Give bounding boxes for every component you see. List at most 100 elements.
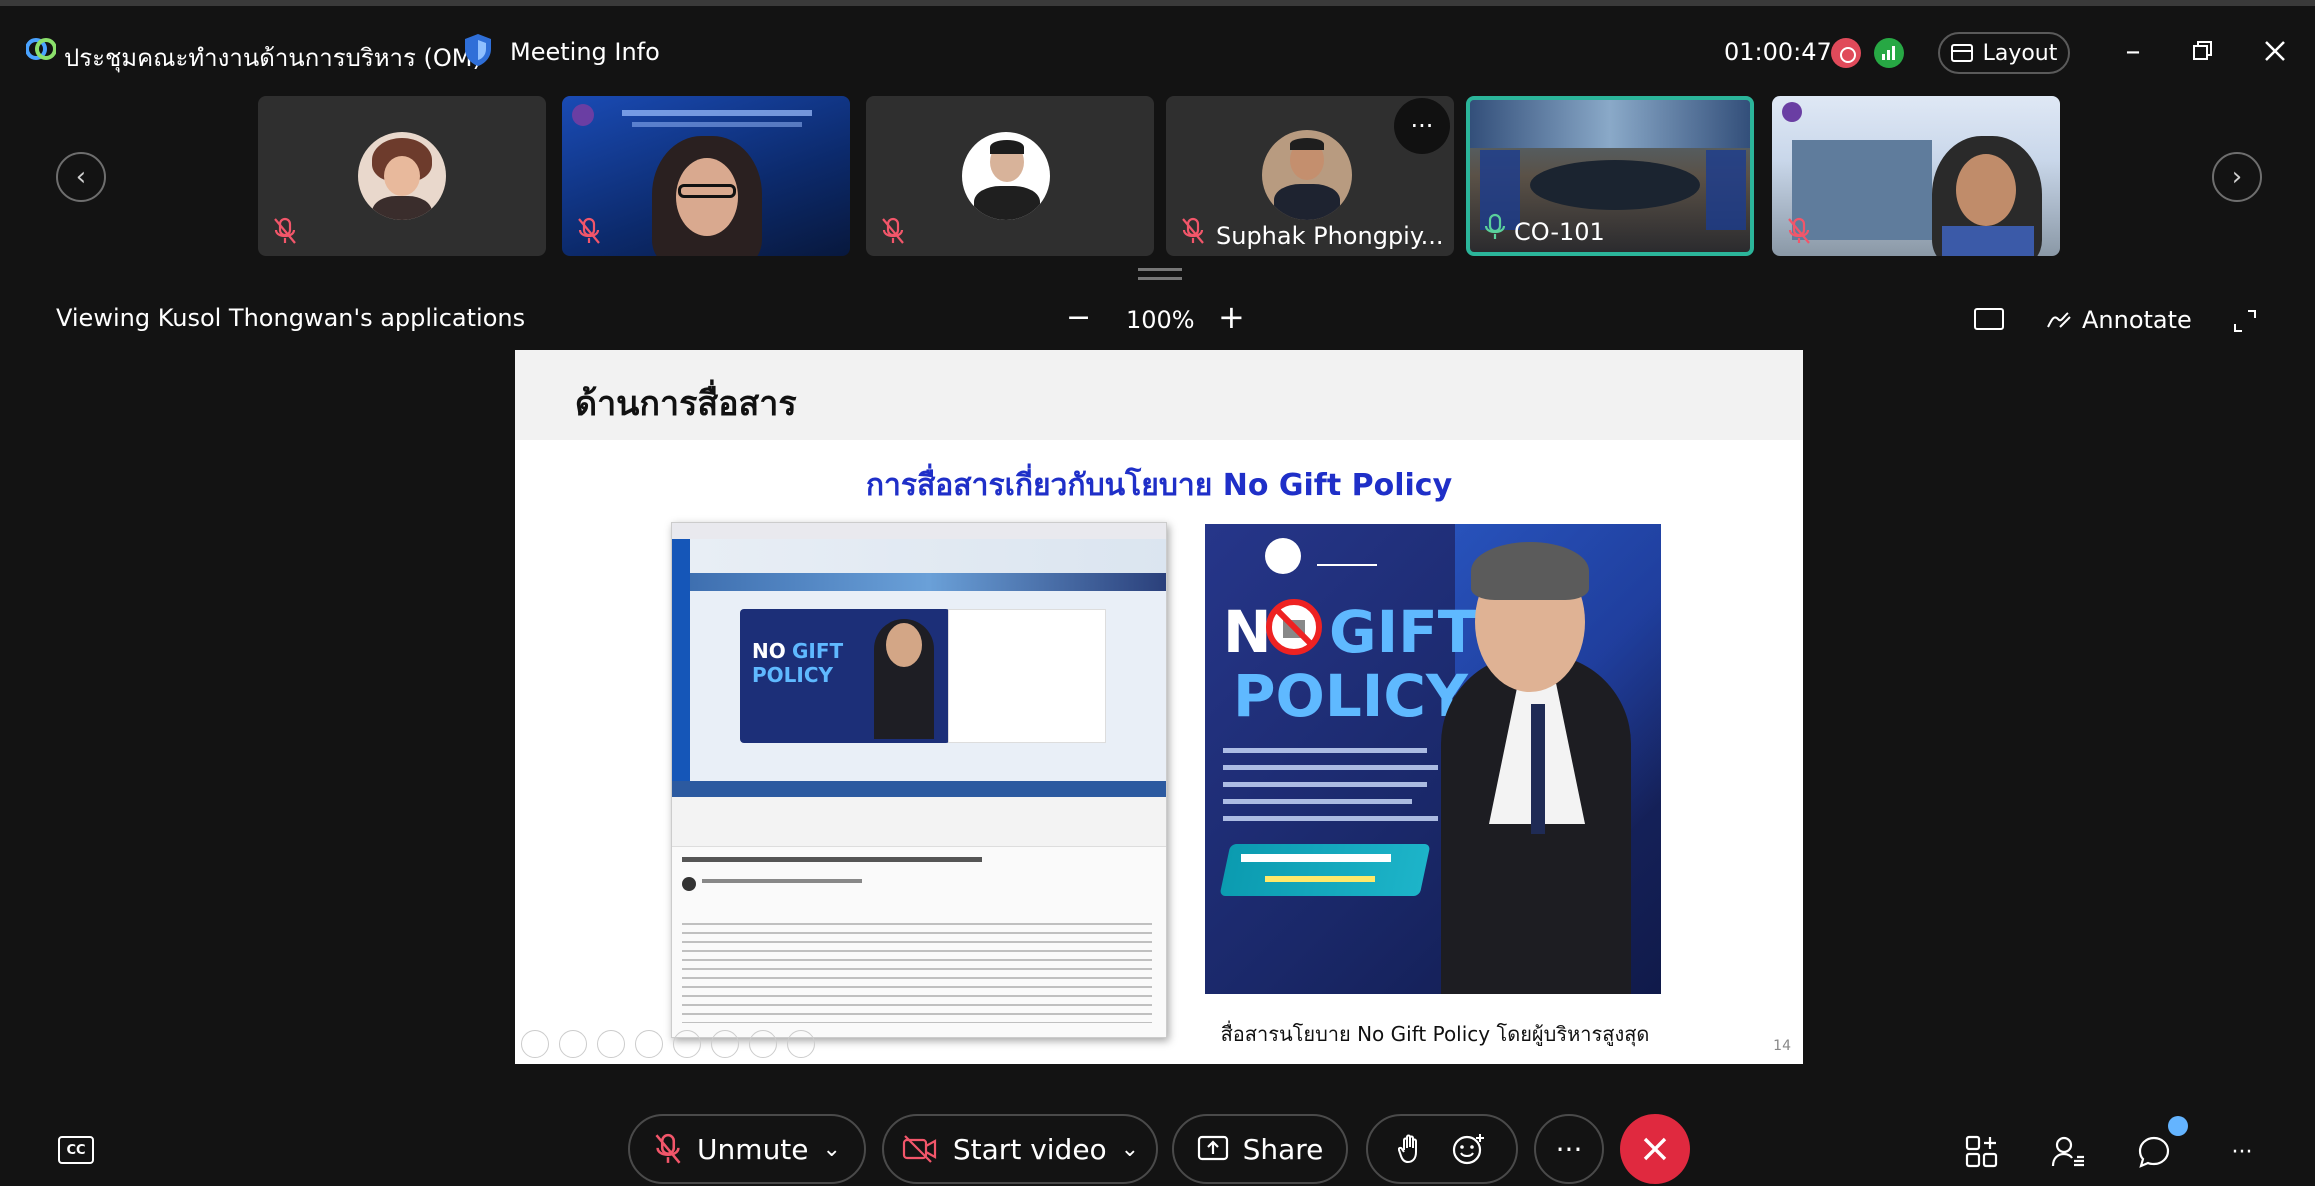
layout-label: Layout [1982,40,2058,66]
more-options-icon: ··· [1410,112,1434,140]
mic-muted-icon [882,217,904,244]
participant-name: CO-101 [1514,218,1605,246]
remote-control-icon[interactable] [1974,308,2004,330]
chevron-left-icon: ‹ [75,162,87,192]
slide-subtitle: การสื่อสารเกี่ยวกับนโยบาย No Gift Policy [865,468,1453,503]
participant-tile[interactable]: CO-101 [1466,96,1754,256]
avatar [1262,130,1352,220]
nstda-logo-icon [1782,102,1802,122]
start-video-button[interactable]: Start video ⌄ [882,1114,1158,1184]
poster-quote-text [1223,742,1438,842]
sharing-status-label: Viewing Kusol Thongwan's applications [56,304,526,332]
minimize-button[interactable]: – [2116,34,2150,69]
zoom-level[interactable]: 100% [1126,306,1195,334]
more-options-icon: ··· [2231,1139,2253,1165]
zoom-out-button[interactable]: − [1066,300,1091,335]
meeting-timer: 01:00:47 [1724,38,1832,66]
end-call-button[interactable] [1620,1114,1690,1184]
zoom-in-button[interactable]: + [1218,298,1245,336]
more-options-icon: ··· [1555,1132,1583,1166]
nstda-seal-icon [1265,538,1301,574]
apps-button[interactable] [1962,1132,2002,1172]
slide-draw-icon[interactable] [597,1030,625,1058]
title-bar: ประชุมคณะทำงานด้านการบริหาร (OM) Meeting… [0,12,2315,82]
chat-button[interactable] [2134,1132,2174,1172]
avatar [962,132,1050,220]
webex-logo-icon [26,38,56,60]
no-gift-policy-poster: N GIFT POLICY [1205,524,1661,994]
browser-sidebar [672,539,690,789]
chevron-down-icon[interactable]: ⌄ [823,1137,841,1162]
layout-button[interactable]: Layout [1938,32,2070,74]
banner-text-icon [622,110,812,116]
raise-hand-icon[interactable] [1398,1134,1422,1164]
annotate-icon [2047,312,2071,328]
slide-video-icon[interactable] [749,1030,777,1058]
slide-page-number: 14 [1773,1038,1791,1054]
close-button[interactable] [2258,34,2292,68]
participant-tile[interactable] [258,96,546,256]
closed-captions-button[interactable]: CC [58,1136,94,1164]
slide-next-icon[interactable] [559,1030,587,1058]
previous-participants-button[interactable]: ‹ [56,152,106,202]
more-panels-button[interactable]: ··· [2222,1132,2262,1172]
chevron-down-icon[interactable]: ⌄ [1121,1137,1139,1162]
mic-muted-icon [1788,217,1810,244]
close-icon [1643,1137,1667,1161]
mic-muted-icon [578,217,600,244]
participant-tile[interactable] [1772,96,2060,256]
avatar [652,136,762,256]
meeting-title: ประชุมคณะทำงานด้านการบริหาร (OM) [64,44,482,72]
restore-button[interactable] [2186,34,2220,68]
poster-thumbnail: NO GIFT POLICY [740,609,950,743]
annotate-button[interactable]: Annotate [2046,306,2192,334]
close-icon [2265,41,2285,61]
conference-table-icon [1530,160,1700,210]
mic-muted-icon [1182,217,1204,244]
share-button[interactable]: Share [1172,1114,1348,1184]
slide-menu-icon[interactable] [711,1030,739,1058]
recording-icon[interactable] [1831,38,1861,68]
mic-on-icon [1484,213,1506,239]
resize-handle[interactable] [1138,268,1182,280]
building-image [1792,140,1932,240]
mic-muted-icon [655,1133,681,1164]
meeting-info-button[interactable]: Meeting Info [510,38,660,66]
meeting-window: ประชุมคณะทำงานด้านการบริหาร (OM) Meeting… [0,0,2315,1186]
restore-icon [2193,41,2212,60]
avatar [358,132,446,220]
participant-tile[interactable] [562,96,850,256]
slide-more-icon[interactable] [787,1030,815,1058]
slide-zoom-icon[interactable] [673,1030,701,1058]
slide-navigation[interactable] [521,1030,815,1058]
video-off-icon [902,1135,936,1163]
participants-button[interactable] [2048,1132,2088,1172]
notification-badge [2168,1116,2188,1136]
fullscreen-icon[interactable] [2232,308,2258,334]
chevron-right-icon: › [2231,162,2243,192]
participant-more-button[interactable]: ··· [1394,98,1450,154]
share-screen-icon [1197,1135,1228,1161]
more-options-button[interactable]: ··· [1534,1114,1604,1184]
slide-copy-icon[interactable] [635,1030,663,1058]
email-toolbar [672,781,1166,797]
shield-icon[interactable] [462,32,494,68]
chat-icon [2138,1136,2170,1168]
start-video-label: Start video [952,1132,1107,1166]
no-gift-icon [1266,599,1322,655]
emoji-reaction-icon[interactable] [1452,1132,1486,1166]
next-participants-button[interactable]: › [2212,152,2262,202]
website-email-screenshot: NO GIFT POLICY [671,522,1167,1038]
reactions-group [1366,1114,1518,1184]
slide-prev-icon[interactable] [521,1030,549,1058]
browser-toolbar [672,523,1166,539]
layout-icon [1950,44,1973,62]
unmute-button[interactable]: Unmute ⌄ [628,1114,866,1184]
avatar [1932,136,2042,256]
participant-tile[interactable] [866,96,1154,256]
necktie-icon [1531,704,1545,834]
mic-muted-icon [274,217,296,244]
nstda-logo-icon [1317,546,1377,566]
participant-name: Suphak Phongpiy... [1216,222,1444,250]
network-signal-icon[interactable] [1874,38,1904,68]
